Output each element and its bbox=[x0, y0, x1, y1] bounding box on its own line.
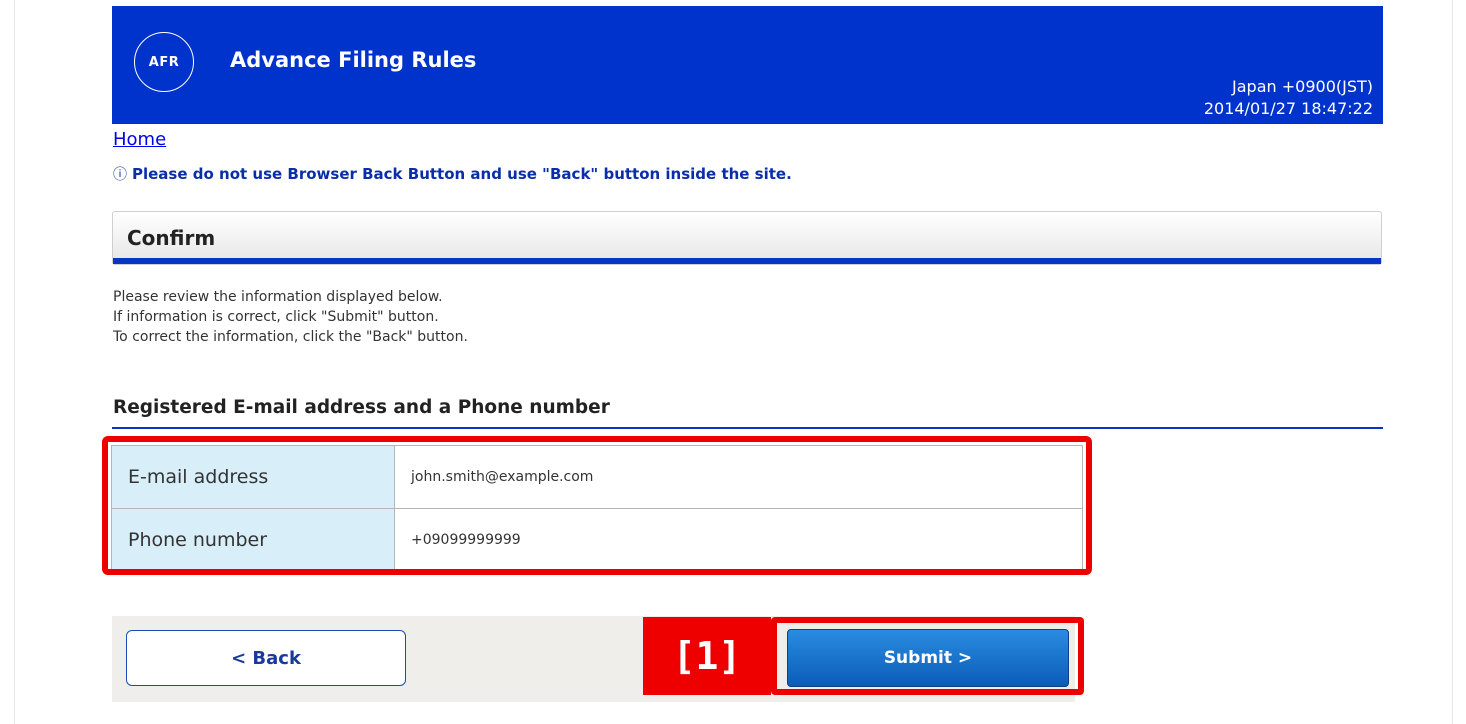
instructions: Please review the information displayed … bbox=[113, 287, 468, 347]
instruction-line: Please review the information displayed … bbox=[113, 289, 443, 305]
afr-logo: AFR bbox=[134, 32, 194, 92]
section-divider bbox=[112, 427, 1383, 429]
page-frame-right bbox=[1452, 0, 1453, 724]
timezone-clock: Japan +0900(JST) 2014/01/27 18:47:22 bbox=[1204, 76, 1373, 120]
highlight-box-table bbox=[102, 436, 1092, 575]
timezone-label: Japan +0900(JST) bbox=[1232, 77, 1373, 96]
page-title: Confirm bbox=[127, 226, 216, 250]
page-frame-left bbox=[14, 0, 15, 724]
confirm-heading-bar: Confirm bbox=[112, 211, 1382, 265]
notice-text: Please do not use Browser Back Button an… bbox=[132, 165, 792, 183]
section-title: Registered E-mail address and a Phone nu… bbox=[113, 397, 610, 418]
back-button-notice: ⓘ Please do not use Browser Back Button a… bbox=[113, 164, 792, 184]
submit-button[interactable]: Submit > bbox=[787, 629, 1069, 687]
site-header: AFR Advance Filing Rules Japan +0900(JST… bbox=[112, 6, 1383, 124]
callout-label: [1] bbox=[643, 617, 771, 695]
back-button[interactable]: < Back bbox=[126, 630, 406, 686]
instruction-line: To correct the information, click the "B… bbox=[113, 329, 468, 345]
home-link[interactable]: Home bbox=[113, 129, 166, 150]
current-datetime: 2014/01/27 18:47:22 bbox=[1203, 99, 1373, 118]
app-title: Advance Filing Rules bbox=[230, 48, 477, 72]
instruction-line: If information is correct, click "Submit… bbox=[113, 309, 439, 325]
info-icon: ⓘ bbox=[113, 167, 127, 183]
heading-underline bbox=[113, 258, 1381, 264]
